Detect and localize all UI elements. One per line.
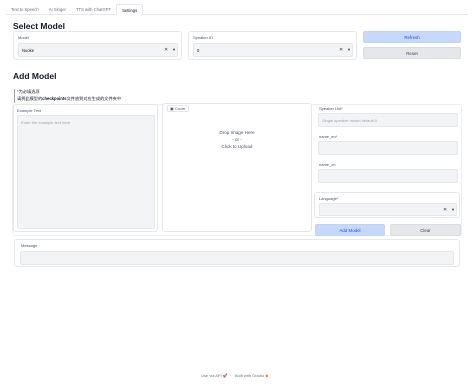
language-label: Language*	[319, 196, 339, 201]
clear-icon[interactable]: ✕	[164, 47, 168, 53]
cover-upload-panel[interactable]: ▣ Cover	[162, 103, 312, 232]
language-panel: Language* ✕ ▼	[314, 192, 460, 218]
speaker-list-input[interactable]: Single speaker model default:0	[318, 113, 458, 127]
name-en-label: name_en*	[319, 134, 338, 139]
tab-text-to-speech[interactable]: Text to Speech	[6, 4, 44, 15]
message-panel: Message	[14, 239, 460, 267]
upload-or-text: - or -	[232, 137, 242, 142]
clear-button[interactable]: Clear	[390, 224, 461, 236]
gradio-logo-icon: ◆	[265, 373, 269, 378]
example-text-placeholder: Enter the example text here	[21, 120, 71, 125]
speaker-list-label: Speaker List*	[319, 106, 343, 111]
name-cn-label: name_cn	[319, 162, 336, 167]
speaker-panel: Speaker ID 0 ✕ ▼	[188, 31, 357, 60]
example-text-input[interactable]: Enter the example text here	[17, 115, 155, 229]
clear-icon[interactable]: ✕	[339, 47, 343, 53]
upload-click-text[interactable]: Click to Upload	[165, 144, 309, 149]
speaker-list-placeholder: Single speaker model default:0	[322, 118, 377, 123]
required-note: *为必填选项	[17, 89, 40, 94]
name-cn-input[interactable]	[318, 169, 458, 183]
upload-drop-text: Drop Image Here	[219, 130, 255, 135]
cover-label: ▣ Cover	[167, 105, 189, 112]
checkpoint-note: 请将此模型的checkpoints文件放到对应生成的文件夹中	[17, 96, 122, 101]
note-quote-bar	[14, 89, 15, 103]
chevron-down-icon[interactable]: ▼	[172, 47, 176, 52]
tab-settings[interactable]: Settings	[116, 4, 144, 15]
image-icon: ▣	[170, 106, 174, 111]
tab-ai-singer[interactable]: AI Singer	[44, 4, 71, 15]
rocket-icon: 🚀	[222, 373, 228, 378]
language-dropdown[interactable]: ✕ ▼	[319, 203, 457, 216]
built-with-gradio-link[interactable]: Built with Gradio ◆	[235, 373, 268, 378]
refresh-button[interactable]: Refresh	[363, 31, 461, 43]
footer-separator: ·	[230, 373, 232, 378]
tab-bar: Text to Speech AI Singer TTS with ChatGP…	[6, 4, 468, 15]
speaker-id-dropdown[interactable]: 0 ✕ ▼	[193, 43, 353, 57]
chevron-down-icon[interactable]: ▼	[347, 47, 351, 52]
select-model-title: Select Model	[13, 21, 65, 31]
reset-button[interactable]: Reset	[363, 47, 461, 59]
model-value: Nuoke	[22, 48, 35, 53]
model-dropdown[interactable]: Nuoke ✕ ▼	[18, 43, 178, 57]
message-label: Message	[21, 243, 38, 248]
model-panel: Model Nuoke ✕ ▼	[13, 31, 182, 60]
speaker-id-label: Speaker ID	[193, 35, 214, 40]
name-en-input[interactable]	[318, 141, 458, 155]
use-via-api-link[interactable]: Use via API 🚀	[201, 373, 228, 378]
tab-tts-with-chatgpt[interactable]: TTS with ChatGPT	[71, 4, 116, 15]
example-text-panel: Example Text Enter the example text here	[13, 104, 158, 232]
add-model-button[interactable]: Add Model	[315, 224, 385, 236]
example-text-label: Example Text	[17, 108, 41, 113]
clear-icon[interactable]: ✕	[443, 207, 447, 213]
speaker-id-value: 0	[197, 48, 200, 53]
add-model-title: Add Model	[13, 71, 57, 81]
chevron-down-icon[interactable]: ▼	[451, 207, 455, 212]
message-output	[20, 251, 454, 265]
model-label: Model	[18, 35, 29, 40]
